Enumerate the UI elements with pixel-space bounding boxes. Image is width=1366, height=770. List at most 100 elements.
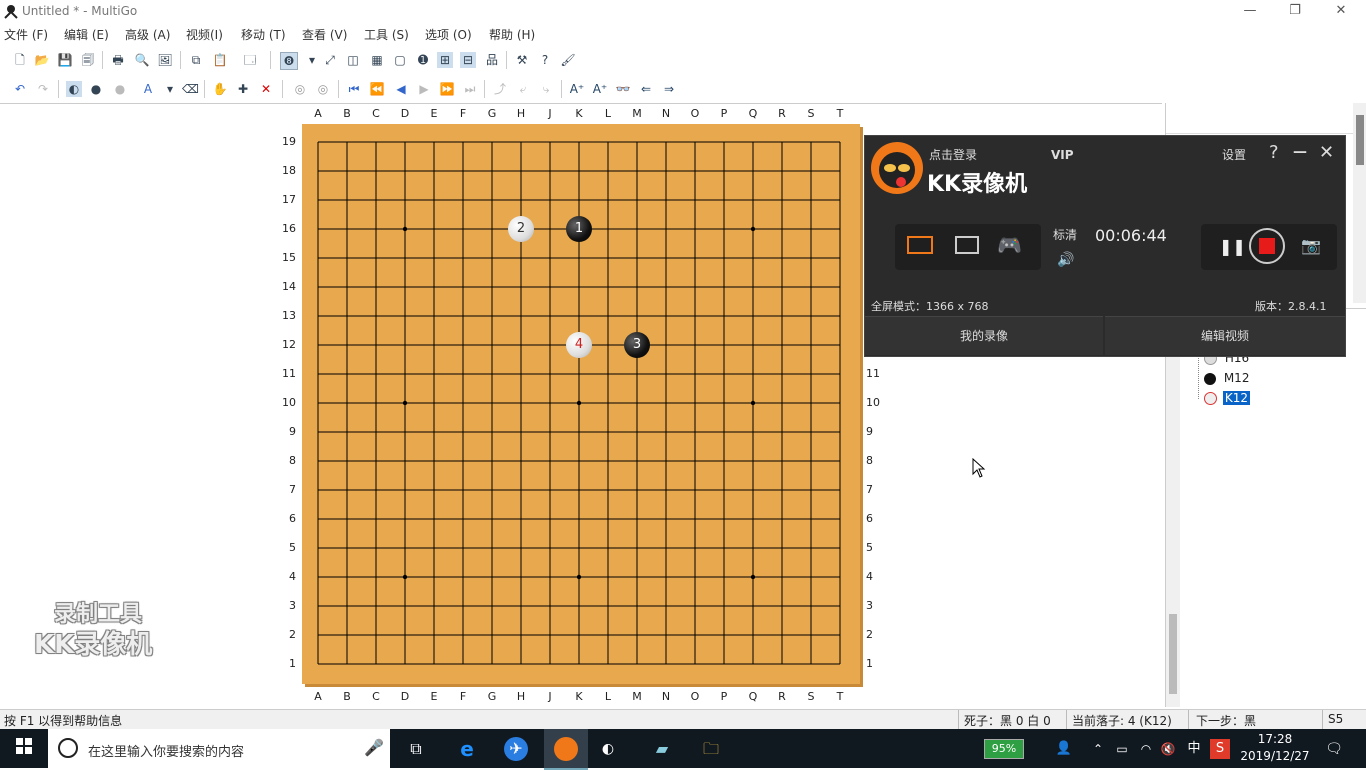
grid-icon[interactable]: ▦ xyxy=(369,52,385,68)
branch-next-icon[interactable]: ⤷ xyxy=(538,81,554,97)
camera-icon[interactable]: 📷 xyxy=(1301,236,1321,255)
menu-help[interactable]: 帮助 (H) xyxy=(489,26,535,43)
stop-record-button[interactable] xyxy=(1249,228,1285,264)
sogou-input-icon[interactable]: S xyxy=(1210,739,1230,759)
multigo-icon[interactable]: ◐ xyxy=(596,737,620,761)
copy-icon[interactable]: ⧉ xyxy=(188,52,204,68)
kk-settings-button[interactable]: 设置 xyxy=(1222,146,1246,163)
print-icon[interactable]: 🖶 xyxy=(110,52,126,68)
dropdown-arrow-icon[interactable]: ▾ xyxy=(304,52,320,68)
wifi-icon[interactable]: ◠ xyxy=(1134,737,1158,761)
pause-icon[interactable]: ❚❚ xyxy=(1219,237,1246,256)
forward-one-icon[interactable]: ▶ xyxy=(416,81,432,97)
task-view-icon[interactable]: ⧉ xyxy=(404,737,428,761)
file-explorer-icon[interactable]: 🗀 xyxy=(699,737,723,761)
app-blue-icon[interactable]: ✈ xyxy=(504,737,528,761)
blank-icon[interactable]: ▢ xyxy=(392,52,408,68)
delete-icon[interactable]: ✕ xyxy=(258,81,274,97)
menu-tools[interactable]: 工具 (S) xyxy=(364,26,409,43)
tree-scrollbar[interactable] xyxy=(1166,309,1180,707)
menu-file[interactable]: 文件 (F) xyxy=(4,26,48,43)
branch-up-icon[interactable]: ⤴ xyxy=(492,81,508,97)
menu-move[interactable]: 移动 (T) xyxy=(241,26,286,43)
menu-edit[interactable]: 编辑 (E) xyxy=(64,26,109,43)
kk-quality-label[interactable]: 标清 xyxy=(1053,226,1077,243)
redo-icon[interactable]: ↷ xyxy=(35,81,51,97)
go-board[interactable] xyxy=(302,124,860,684)
help-pointer-icon[interactable]: ? xyxy=(537,52,553,68)
find-prev-icon[interactable]: ⇐ xyxy=(638,81,654,97)
taskbar-search-box[interactable]: 在这里输入你要搜索的内容 🎤 xyxy=(48,729,390,768)
close-button[interactable]: ✕ xyxy=(1318,0,1364,22)
target-alt-icon[interactable]: ◎ xyxy=(315,81,331,97)
minimize-button[interactable]: — xyxy=(1227,0,1273,22)
menu-options[interactable]: 选项 (O) xyxy=(425,26,472,43)
split-view-icon[interactable]: ◫ xyxy=(345,52,361,68)
paste-icon[interactable]: 📋 xyxy=(212,52,228,68)
zoom-icon[interactable]: ⤢ xyxy=(322,52,338,68)
branch-prev-icon[interactable]: ⤶ xyxy=(515,81,531,97)
alternate-play-icon[interactable]: ◐ xyxy=(66,81,82,97)
white-stone-4[interactable]: 4 xyxy=(566,332,592,358)
eraser-icon[interactable]: ⌫ xyxy=(182,81,199,97)
battery-indicator[interactable]: 95% xyxy=(984,739,1024,759)
move-number-icon[interactable]: ❽ xyxy=(280,52,298,70)
menu-advanced[interactable]: 高级 (A) xyxy=(125,26,170,43)
clock-time[interactable]: 17:28 xyxy=(1240,732,1310,746)
label-tool-icon[interactable]: A⁺ xyxy=(592,81,608,97)
forward-ten-icon[interactable]: ⏩ xyxy=(439,81,455,97)
black-stone-icon[interactable]: ● xyxy=(88,81,104,97)
tray-chevron-icon[interactable]: ⌃ xyxy=(1086,737,1110,761)
hierarchy-icon[interactable]: 品 xyxy=(484,52,500,68)
people-icon[interactable]: 👤 xyxy=(1052,737,1076,761)
fullscreen-mode-icon[interactable] xyxy=(907,236,933,254)
game-mode-icon[interactable]: 🎮 xyxy=(997,233,1022,257)
properties-icon[interactable]: 🗔 xyxy=(242,52,258,68)
new-file-icon[interactable]: 🗋 xyxy=(12,52,28,68)
tree-item-m12[interactable]: M12 xyxy=(1204,371,1249,385)
white-stone-icon[interactable]: ● xyxy=(112,81,128,97)
clock-date[interactable]: 2019/12/27 xyxy=(1236,749,1314,763)
ime-indicator[interactable]: 中 xyxy=(1182,737,1206,761)
restore-button[interactable]: ❐ xyxy=(1272,0,1318,22)
menu-video[interactable]: 视频(I) xyxy=(186,26,223,43)
label-dropdown-icon[interactable]: ▾ xyxy=(162,81,178,97)
hand-icon[interactable]: ✋ xyxy=(212,81,228,97)
kk-close-button[interactable]: ✕ xyxy=(1319,142,1334,163)
taskbar-kk-recorder[interactable] xyxy=(544,729,588,770)
image-icon[interactable]: 🖼 xyxy=(157,52,173,68)
notes-app-icon[interactable]: ▰ xyxy=(650,737,674,761)
back-ten-icon[interactable]: ⏪ xyxy=(369,81,385,97)
kk-minimize-button[interactable]: — xyxy=(1293,144,1307,160)
save-icon[interactable]: 💾 xyxy=(57,52,73,68)
back-one-icon[interactable]: ◀ xyxy=(393,81,409,97)
brush-icon[interactable]: 🖌 xyxy=(560,52,576,68)
white-stone-2[interactable]: 2 xyxy=(508,216,534,242)
open-folder-icon[interactable]: 📂 xyxy=(34,52,50,68)
number-one-icon[interactable]: ➊ xyxy=(415,52,431,68)
kk-edit-video-button[interactable]: 编辑视频 xyxy=(1105,316,1345,355)
last-move-icon[interactable]: ⏭ xyxy=(462,81,478,97)
tree-item-k12[interactable]: K12 xyxy=(1204,391,1250,405)
edge-browser-icon[interactable]: e xyxy=(455,737,479,761)
microphone-icon[interactable]: 🎤 xyxy=(364,738,384,757)
kk-vip-badge[interactable]: VIP xyxy=(1051,148,1074,162)
info-scrollbar[interactable] xyxy=(1353,103,1366,303)
find-next-icon[interactable]: ⇒ xyxy=(661,81,677,97)
battery-icon[interactable]: ▭ xyxy=(1110,737,1134,761)
save-as-icon[interactable]: 🗐 xyxy=(80,52,96,68)
region-mode-icon[interactable] xyxy=(955,236,979,254)
label-icon[interactable]: A xyxy=(140,81,156,97)
tools-icon[interactable]: ⚒ xyxy=(514,52,530,68)
undo-icon[interactable]: ↶ xyxy=(12,81,28,97)
add-stone-icon[interactable]: ✚ xyxy=(235,81,251,97)
windows-start-icon[interactable] xyxy=(12,737,36,761)
notification-icon[interactable]: 🗨 xyxy=(1322,737,1346,761)
print-preview-icon[interactable]: 🔍 xyxy=(134,52,150,68)
search-binoculars-icon[interactable]: 👓 xyxy=(615,81,631,97)
target-icon[interactable]: ◎ xyxy=(292,81,308,97)
first-move-icon[interactable]: ⏮ xyxy=(346,81,362,97)
add-label-icon[interactable]: A⁺ xyxy=(569,81,585,97)
kk-my-videos-button[interactable]: 我的录像 xyxy=(865,316,1103,355)
tree-view-icon[interactable]: ⊞ xyxy=(437,52,453,68)
